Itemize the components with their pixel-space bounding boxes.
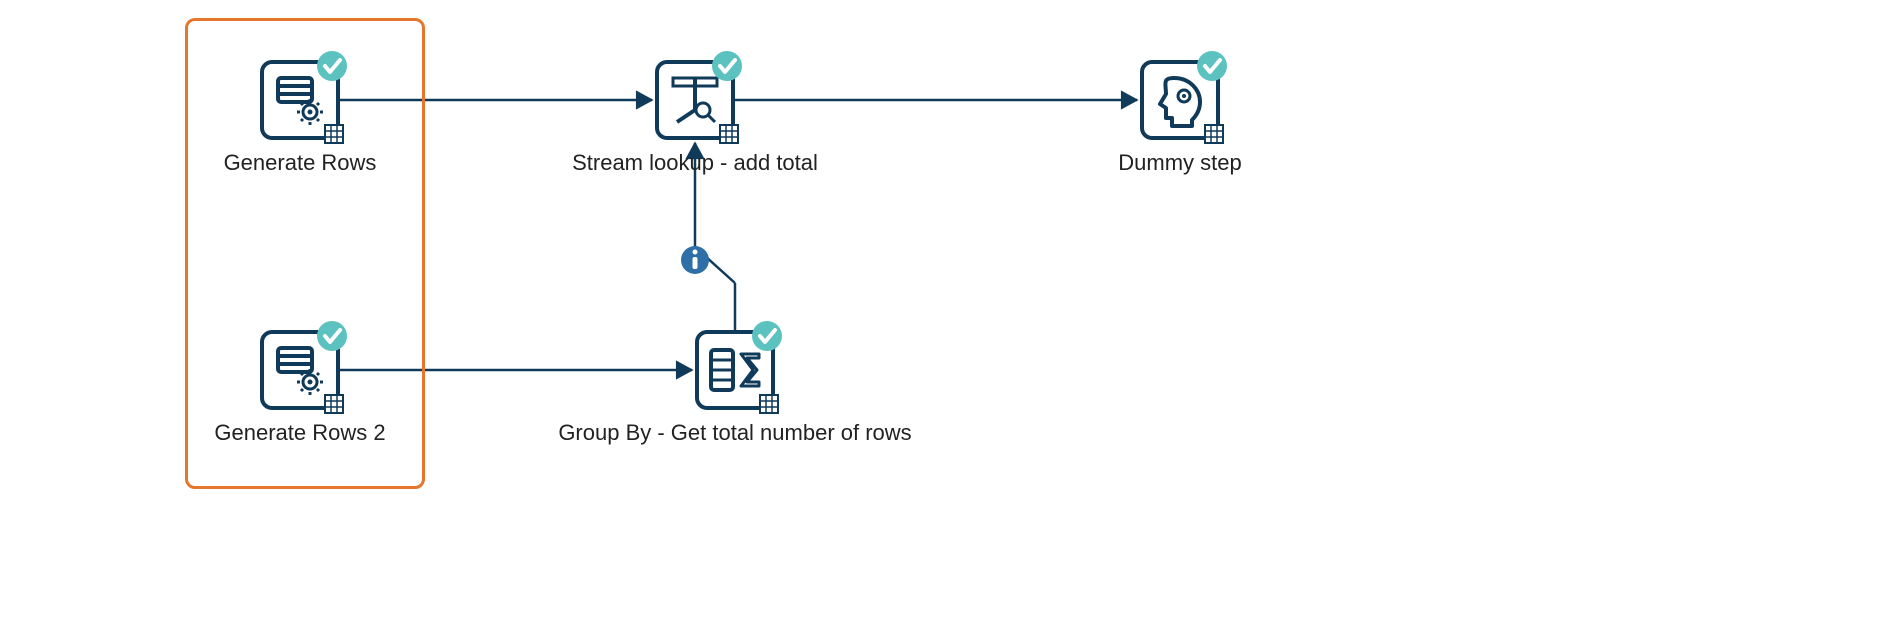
success-check-icon xyxy=(1197,51,1227,81)
grid-corner-icon xyxy=(325,125,343,143)
grid-corner-icon xyxy=(325,395,343,413)
generate-rows-2-node[interactable] xyxy=(262,321,347,413)
generate-rows-node[interactable] xyxy=(262,51,347,143)
dummy-step-label: Dummy step xyxy=(1118,150,1241,176)
success-check-icon xyxy=(712,51,742,81)
grid-corner-icon xyxy=(760,395,778,413)
stream-lookup-label: Stream lookup - add total xyxy=(572,150,818,176)
generate-rows-2-label: Generate Rows 2 xyxy=(214,420,385,446)
group-by-label: Group By - Get total number of rows xyxy=(558,420,911,446)
grid-corner-icon xyxy=(720,125,738,143)
generate-rows-label: Generate Rows xyxy=(224,150,377,176)
success-check-icon xyxy=(317,51,347,81)
info-badge-icon xyxy=(681,246,709,274)
grid-corner-icon xyxy=(1205,125,1223,143)
success-check-icon xyxy=(752,321,782,351)
dummy-step-node[interactable] xyxy=(1142,51,1227,143)
group-by-node[interactable] xyxy=(697,321,782,413)
success-check-icon xyxy=(317,321,347,351)
diagram-canvas xyxy=(0,0,1904,630)
stream-lookup-node[interactable] xyxy=(657,51,742,143)
